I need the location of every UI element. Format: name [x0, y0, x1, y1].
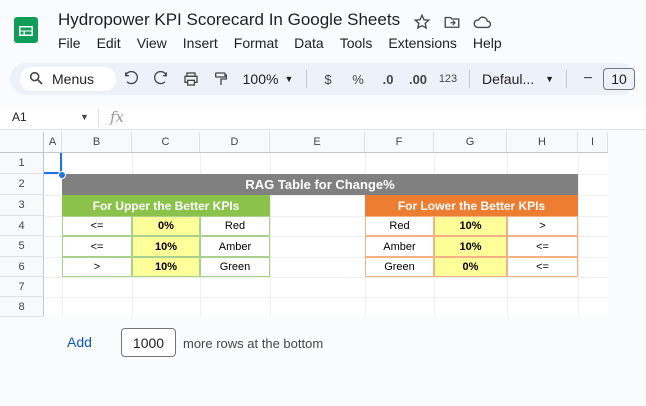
upper-row-3-operator[interactable]: >	[62, 257, 132, 277]
upper-row-2-status[interactable]: Amber	[200, 236, 270, 257]
format-currency-button[interactable]: $	[315, 67, 341, 91]
upper-row-1-status[interactable]: Red	[200, 216, 270, 236]
search-icon	[28, 70, 44, 89]
paint-format-icon[interactable]	[208, 67, 234, 91]
search-menus-button[interactable]: Menus	[20, 67, 116, 91]
upper-row-2-value[interactable]: 10%	[132, 236, 200, 257]
spreadsheet-grid[interactable]: A B C D E F G H I 1 2 3 4 5 6 7 8 RAG Ta…	[0, 132, 608, 317]
menu-extensions[interactable]: Extensions	[388, 35, 456, 51]
gridline	[578, 153, 579, 317]
upper-row-2-operator[interactable]: <=	[62, 236, 132, 257]
formula-bar: A1 ▼ fx	[0, 106, 646, 130]
column-header-e[interactable]: E	[270, 132, 365, 153]
zoom-select[interactable]: 100% ▼	[238, 67, 298, 91]
upper-row-3-status[interactable]: Green	[200, 257, 270, 277]
fill-handle[interactable]	[58, 171, 66, 179]
column-header-c[interactable]: C	[132, 132, 200, 153]
row-header-5[interactable]: 5	[0, 236, 44, 257]
sheets-logo-icon[interactable]	[14, 17, 38, 43]
add-rows-count-input[interactable]: 1000	[121, 328, 176, 357]
row-header-2[interactable]: 2	[0, 174, 44, 195]
document-title[interactable]: Hydropower KPI Scorecard In Google Sheet…	[58, 10, 400, 30]
rag-table-title[interactable]: RAG Table for Change%	[62, 174, 578, 195]
upper-row-3-value[interactable]: 10%	[132, 257, 200, 277]
star-icon[interactable]	[412, 12, 432, 32]
print-icon[interactable]	[178, 67, 204, 91]
menu-bar: File Edit View Insert Format Data Tools …	[58, 35, 518, 51]
menu-file[interactable]: File	[58, 35, 81, 51]
gridline	[44, 297, 608, 298]
more-formats-button[interactable]: 123	[435, 67, 461, 91]
lower-row-3-status[interactable]: Green	[365, 257, 434, 277]
menu-insert[interactable]: Insert	[183, 35, 218, 51]
menu-data[interactable]: Data	[294, 35, 324, 51]
row-header-1[interactable]: 1	[0, 153, 44, 174]
row-header-3[interactable]: 3	[0, 195, 44, 216]
upper-better-header[interactable]: For Upper the Better KPIs	[62, 195, 270, 216]
column-header-d[interactable]: D	[200, 132, 270, 153]
lower-row-2-status[interactable]: Amber	[365, 236, 434, 257]
row-header-7[interactable]: 7	[0, 277, 44, 297]
upper-row-1-value[interactable]: 0%	[132, 216, 200, 236]
column-header-a[interactable]: A	[44, 132, 62, 153]
menu-tools[interactable]: Tools	[340, 35, 373, 51]
lower-row-3-operator[interactable]: <=	[507, 257, 578, 277]
column-header-b[interactable]: B	[62, 132, 132, 153]
fx-icon: fx	[110, 108, 125, 126]
column-header-f[interactable]: F	[365, 132, 434, 153]
upper-row-1-operator[interactable]: <=	[62, 216, 132, 236]
toolbar-divider	[306, 70, 307, 88]
lower-row-1-status[interactable]: Red	[365, 216, 434, 236]
lower-row-3-value[interactable]: 0%	[434, 257, 507, 277]
toolbar-divider	[469, 70, 470, 88]
redo-icon[interactable]	[148, 67, 174, 91]
row-header-6[interactable]: 6	[0, 257, 44, 277]
column-header-g[interactable]: G	[434, 132, 507, 153]
chevron-down-icon: ▼	[545, 74, 554, 84]
row-header-4[interactable]: 4	[0, 216, 44, 236]
zoom-value: 100%	[242, 71, 279, 87]
format-percent-button[interactable]: %	[345, 67, 371, 91]
toolbar: Menus 100% ▼ $ % .0 .00 123 Defaul... ▼ …	[10, 63, 636, 95]
undo-icon[interactable]	[118, 67, 144, 91]
menu-edit[interactable]: Edit	[97, 35, 121, 51]
lower-row-1-operator[interactable]: >	[507, 216, 578, 236]
toolbar-divider	[566, 70, 567, 88]
row-header-8[interactable]: 8	[0, 297, 44, 317]
chevron-down-icon: ▼	[284, 74, 294, 84]
divider	[98, 109, 99, 127]
font-size-input[interactable]: 10	[603, 68, 635, 90]
menu-view[interactable]: View	[137, 35, 167, 51]
chevron-down-icon[interactable]: ▼	[80, 112, 89, 122]
increase-decimal-button[interactable]: .00	[405, 67, 431, 91]
cloud-status-icon[interactable]	[472, 12, 492, 32]
move-folder-icon[interactable]	[442, 12, 462, 32]
font-family-select[interactable]: Defaul... ▼	[478, 67, 558, 91]
lower-better-header[interactable]: For Lower the Better KPIs	[365, 195, 578, 216]
column-header-i[interactable]: I	[578, 132, 608, 153]
gridline	[44, 277, 608, 278]
search-menus-label: Menus	[52, 71, 95, 87]
lower-row-2-operator[interactable]: <=	[507, 236, 578, 257]
lower-row-1-value[interactable]: 10%	[434, 216, 507, 236]
font-family-value: Defaul...	[482, 71, 535, 87]
decrease-decimal-button[interactable]: .0	[375, 67, 401, 91]
menu-help[interactable]: Help	[473, 35, 502, 51]
select-all-corner[interactable]	[0, 132, 44, 153]
menu-format[interactable]: Format	[234, 35, 278, 51]
add-rows-suffix: more rows at the bottom	[183, 336, 324, 351]
column-header-h[interactable]: H	[507, 132, 578, 153]
name-box[interactable]: A1	[12, 110, 27, 124]
decrease-font-size-button[interactable]: −	[575, 67, 601, 91]
add-rows-button[interactable]: Add	[67, 334, 92, 350]
title-actions	[412, 12, 492, 32]
lower-row-2-value[interactable]: 10%	[434, 236, 507, 257]
